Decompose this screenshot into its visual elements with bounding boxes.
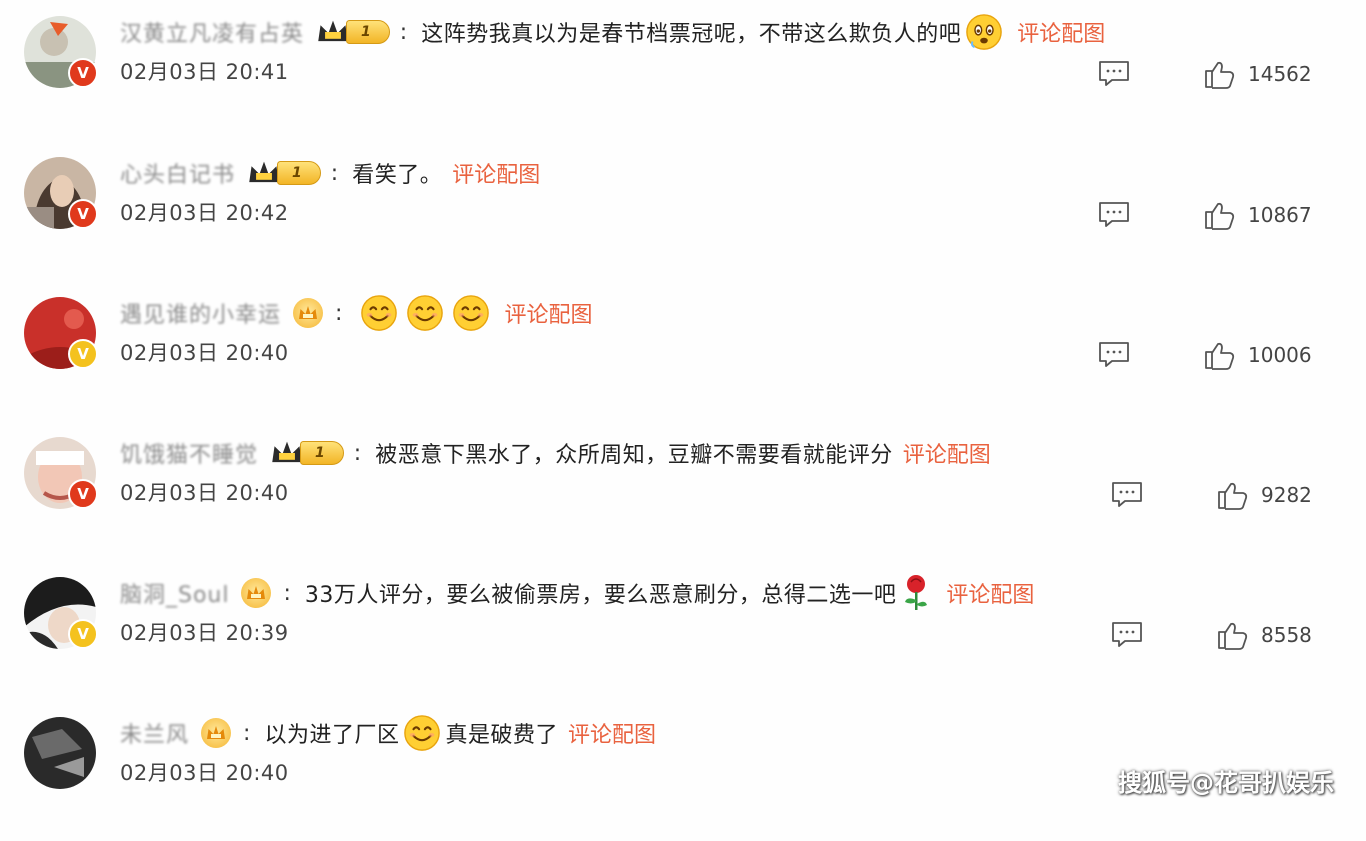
comment-image-link[interactable]: 评论配图 [504,297,592,329]
comment-text: 以为进了厂区 [264,723,400,748]
crown-icon [270,439,304,467]
member-crown-badge[interactable]: 1 [247,159,321,187]
comment-image-link[interactable]: 评论配图 [946,577,1034,609]
rose-icon [905,575,928,610]
colon: : [399,19,408,45]
comment-item: V 脑洞_Soul : 33万人评分，要么被偷票房，要么恶意刷分，总得二选一吧 … [0,561,1366,701]
colon: : [353,440,362,466]
comment-item: V 遇见谁的小幸运 : 评论配图 02月03日 20:40 10006 [0,281,1366,421]
comment-icon[interactable] [1097,200,1131,230]
comment-image-link[interactable]: 评论配图 [903,437,991,469]
verified-badge-icon: V [68,58,98,88]
member-crown-badge[interactable]: 1 [316,18,390,46]
member-crown-badge[interactable] [241,578,272,608]
like-icon[interactable] [1204,200,1236,230]
smile-emoji-icon [360,294,398,332]
comment-image-link[interactable]: 评论配图 [568,717,656,749]
badge-level: 1 [277,161,321,185]
comment-text: 这阵势我真以为是春节档票冠呢，不带这么欺负人的吧 [421,22,962,47]
badge-level: 1 [300,441,344,465]
comment-item: V 心头白记书 1 : 看笑了。 评论配图 02月03日 20:42 10867 [0,141,1366,281]
crown-icon [204,721,228,745]
member-crown-badge[interactable] [293,298,324,328]
badge-level: 1 [346,20,390,44]
timestamp: 02月03日 20:40 [120,761,289,785]
timestamp: 02月03日 20:42 [120,201,289,225]
crown-icon [247,159,281,187]
colon: : [330,160,339,186]
colon: : [283,580,291,606]
like-count: 8558 [1261,623,1312,647]
comment-text: 被恶意下黑水了，众所周知，豆瓣不需要看就能评分 [375,443,893,468]
timestamp: 02月03日 20:39 [120,621,289,645]
member-crown-badge[interactable] [201,718,232,748]
comment-icon[interactable] [1110,480,1144,510]
comment-icon[interactable] [1097,340,1131,370]
like-count: 9282 [1261,483,1312,507]
like-icon[interactable] [1204,59,1236,89]
like-icon[interactable] [1217,480,1249,510]
comment-image-link[interactable]: 评论配图 [1017,16,1105,48]
like-count: 10006 [1248,343,1312,367]
username[interactable]: 未兰风 [120,717,189,749]
comment-image-link[interactable]: 评论配图 [452,157,540,189]
colon: : [335,300,343,326]
verified-badge-icon: V [68,619,98,649]
verified-badge-icon: V [68,479,98,509]
timestamp: 02月03日 20:40 [120,341,289,365]
like-count: 10867 [1248,203,1312,227]
comment-icon[interactable] [1110,620,1144,650]
timestamp: 02月03日 20:41 [120,60,289,84]
timestamp: 02月03日 20:40 [120,481,289,505]
crown-icon [296,301,320,325]
comment-text-after: 真是破费了 [445,723,558,748]
username[interactable]: 饥饿猫不睡觉 [120,437,258,469]
like-count: 14562 [1248,62,1312,86]
member-crown-badge[interactable]: 1 [270,439,344,467]
smile-emoji-icon [406,294,444,332]
comment-text: 看笑了。 [352,163,443,188]
verified-badge-icon: V [68,199,98,229]
worried-emoji-icon [965,13,1003,51]
comment-icon[interactable] [1097,59,1131,89]
crown-icon [316,18,350,46]
smile-emoji-icon [403,714,441,752]
verified-badge-icon: V [68,339,98,369]
watermark: 搜狐号@花哥扒娱乐 [1118,769,1334,797]
smile-emoji-icon [452,294,490,332]
comment-item: V 汉黄立凡凌有占英 1 : 这阵势我真以为是春节档票冠呢，不带这么欺负人的吧 … [0,0,1366,140]
like-icon[interactable] [1217,620,1249,650]
username[interactable]: 遇见谁的小幸运 [120,297,281,329]
username[interactable]: 汉黄立凡凌有占英 [120,16,304,48]
username[interactable]: 心头白记书 [120,157,235,189]
like-icon[interactable] [1204,340,1236,370]
username[interactable]: 脑洞_Soul [120,577,229,609]
comment-item: V 饥饿猫不睡觉 1 : 被恶意下黑水了，众所周知，豆瓣不需要看就能评分 评论配… [0,421,1366,561]
crown-icon [244,581,268,605]
avatar[interactable] [24,717,96,789]
colon: : [243,720,251,746]
comment-text: 33万人评分，要么被偷票房，要么恶意刷分，总得二选一吧 [304,583,897,608]
